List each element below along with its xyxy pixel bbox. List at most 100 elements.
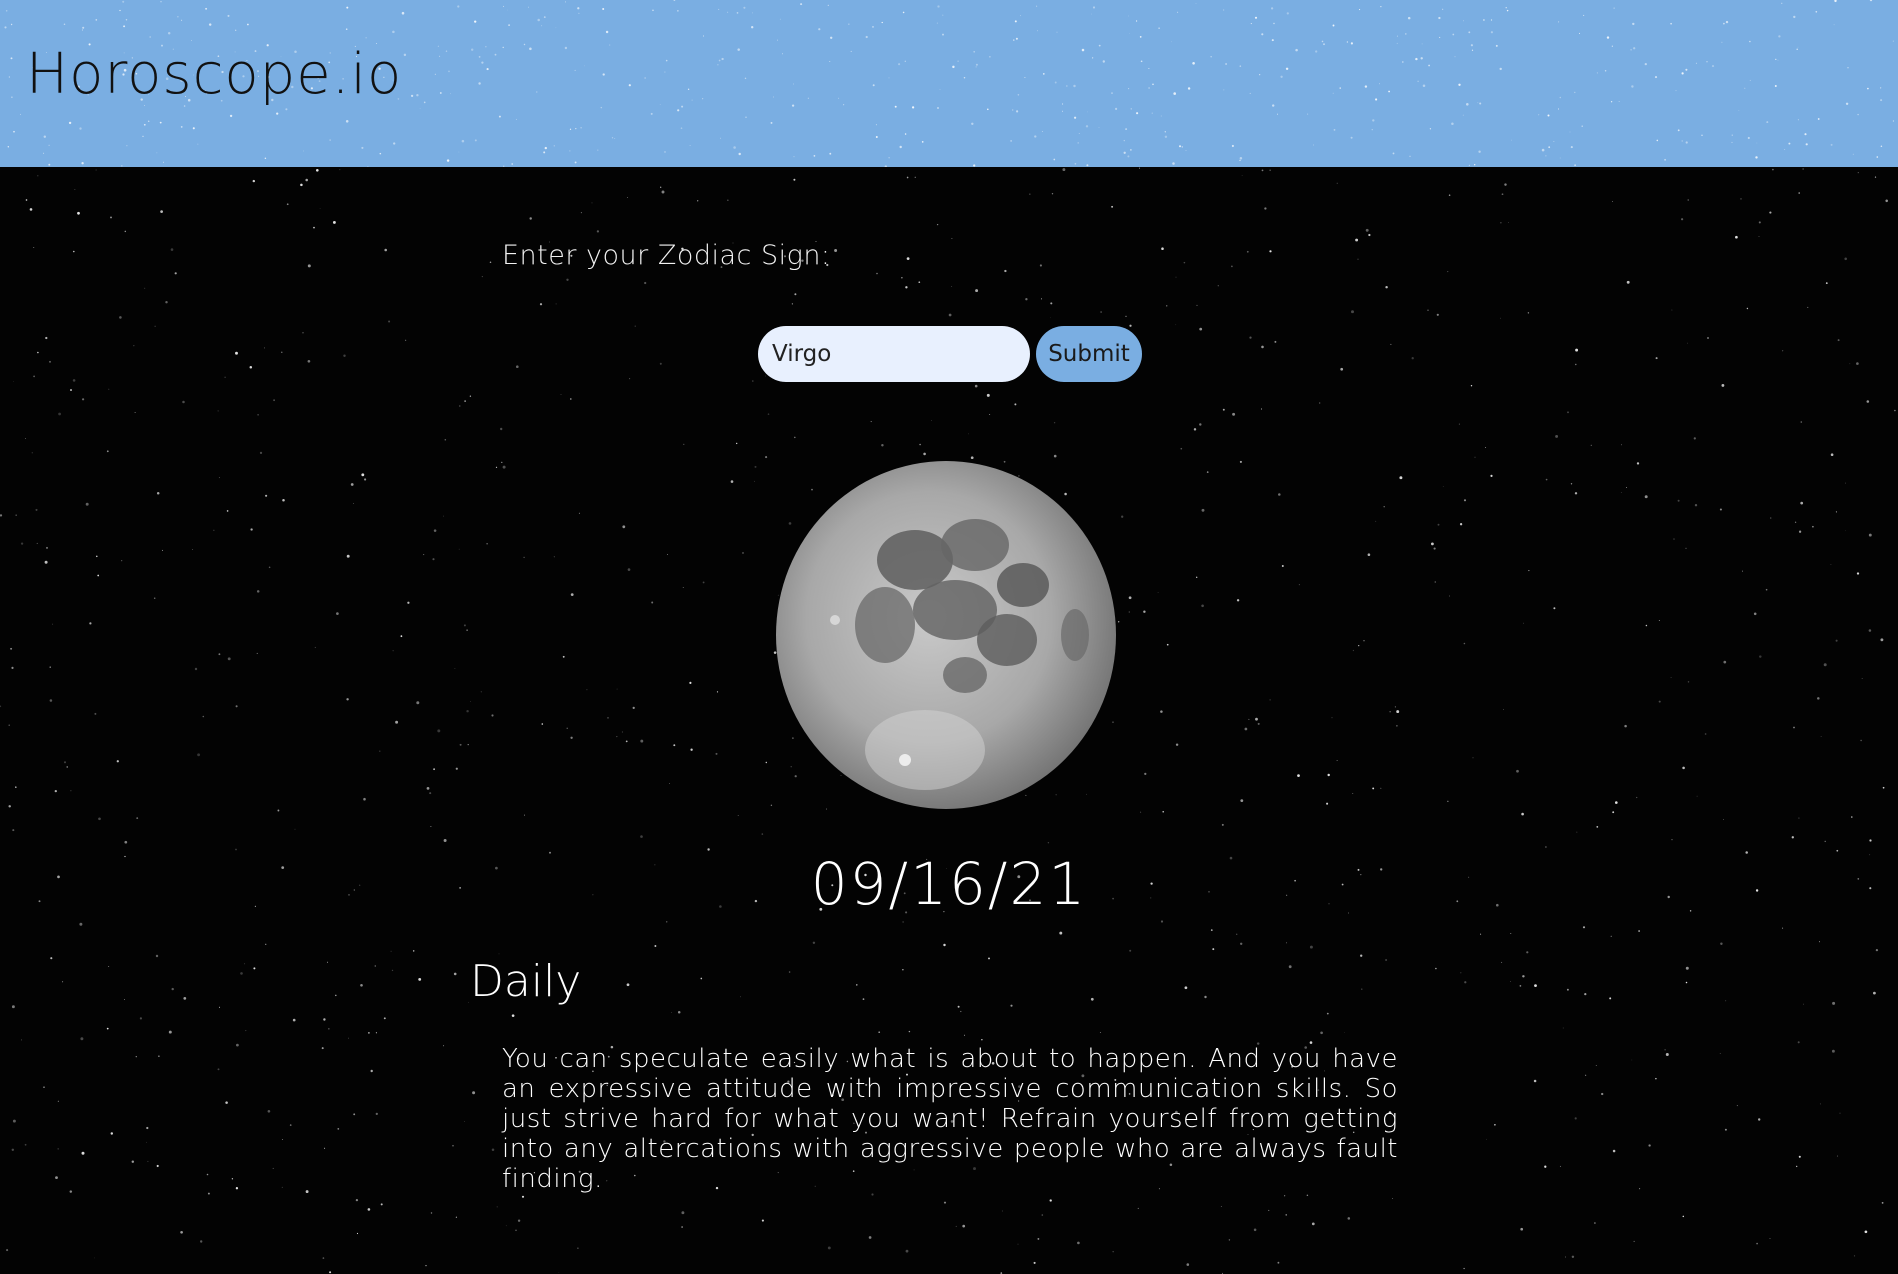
star [794,293,797,296]
star [432,558,435,561]
star [906,257,910,260]
header-star [1333,128,1336,131]
star [62,981,64,983]
header-star [680,127,683,129]
star [505,1225,507,1227]
star [1231,265,1233,268]
star [981,1039,983,1041]
star [158,1055,160,1057]
star [742,552,744,554]
header-star [1681,140,1683,142]
star [1844,257,1847,261]
star [433,529,437,532]
star [1508,222,1509,224]
header-star [1074,162,1077,165]
header-star [1766,121,1769,124]
star [225,1101,228,1104]
star [681,1211,685,1215]
star [697,200,699,202]
header-star [850,50,852,52]
header-star [1173,92,1176,95]
header-star [1053,158,1056,161]
header-star [10,23,13,26]
header-star [302,150,304,152]
header-star [43,135,46,138]
star [49,699,53,702]
header-star [942,33,944,36]
header-star [1359,9,1361,11]
star [905,286,908,289]
header-star [830,36,833,39]
star [0,705,2,708]
star [1500,317,1501,319]
star [206,1173,209,1176]
header-star [1784,148,1786,150]
header-star [1570,146,1573,149]
site-title[interactable]: Horoscope.io [26,42,402,107]
star [737,815,739,816]
star [1053,422,1056,424]
header-star [1041,131,1043,132]
header-star [1014,20,1017,23]
star [348,1037,349,1039]
star [521,1195,525,1198]
header-star [888,157,890,159]
header-star [904,60,906,62]
star [236,1043,239,1047]
header-star [1756,142,1758,144]
header-star [20,113,21,115]
header-star [8,76,11,78]
star [49,360,51,363]
star [346,554,350,558]
star [1765,588,1768,591]
star [1360,954,1363,957]
star [267,1109,271,1113]
header-star [401,11,405,15]
star [1160,920,1164,923]
submit-button[interactable]: Submit [1036,326,1142,382]
star [1860,739,1862,742]
star [962,1224,966,1228]
header-star [1307,113,1309,115]
header-star [1380,6,1382,8]
star [1458,423,1460,425]
star [1595,1064,1597,1067]
header-star [673,0,676,1]
star [700,977,703,980]
star [1390,343,1392,345]
header-star [1471,49,1474,51]
star [1694,504,1698,507]
header-star [1172,162,1175,165]
header-star [1477,102,1479,104]
star [1880,638,1884,642]
header-star [1505,7,1507,9]
star [1327,773,1330,777]
star [1772,168,1774,171]
header-star [543,151,546,154]
star [1144,772,1147,776]
star [235,351,238,355]
star [558,1272,560,1273]
star [1361,988,1363,990]
star [332,220,336,224]
header-star [1749,40,1751,43]
star [1118,621,1120,623]
star [1284,1195,1286,1197]
star [360,983,363,987]
header-star [1892,40,1894,42]
star [80,1037,84,1041]
header-star [899,145,902,149]
star [1839,1112,1841,1114]
header-star [450,93,451,95]
header-star [1876,156,1879,158]
star [235,1187,239,1190]
zodiac-sign-input[interactable] [758,326,1030,382]
star [1196,304,1198,306]
star [1832,1001,1836,1005]
header-star [1558,21,1560,23]
header-star [345,28,348,30]
header-star [481,61,484,64]
star [1196,576,1198,578]
header-star [751,26,754,29]
star [1326,802,1329,805]
